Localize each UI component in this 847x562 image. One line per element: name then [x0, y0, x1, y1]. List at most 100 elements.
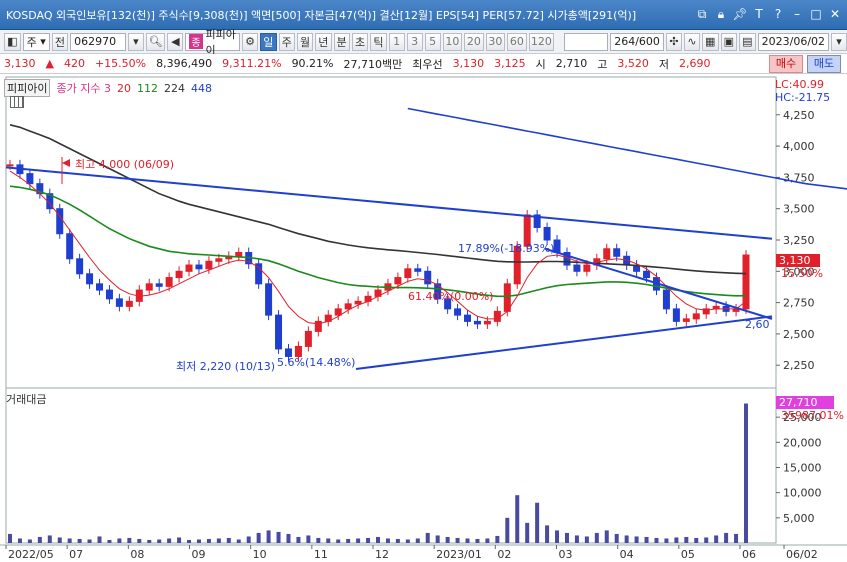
candle-body: [692, 313, 700, 320]
volume-panel-frame: [5, 387, 777, 544]
tab-timeframe-second[interactable]: 초: [351, 32, 369, 51]
candle-body: [56, 208, 64, 235]
volume-bar: [187, 539, 192, 543]
interval-5[interactable]: 5: [424, 32, 441, 51]
maximize-icon[interactable]: □: [808, 5, 824, 23]
candle-body: [185, 264, 193, 272]
calendar-icon[interactable]: ▤: [739, 32, 756, 51]
stock-name-field[interactable]: 종 피피아이: [185, 28, 241, 57]
volume-bar: [47, 535, 52, 543]
volume-bar: [206, 538, 211, 543]
interval-3[interactable]: 3: [406, 32, 423, 51]
volume-bar: [226, 537, 231, 543]
candle-body: [26, 173, 34, 185]
candle-body: [96, 283, 104, 291]
tab-timeframe-day[interactable]: 일: [260, 32, 277, 51]
prev-button[interactable]: 전: [51, 32, 69, 51]
volume-bar: [425, 532, 430, 543]
tab-timeframe-year[interactable]: 년: [315, 32, 332, 51]
x-tick-label: 03: [559, 548, 573, 561]
candle-body: [195, 264, 203, 270]
x-tick-label: 02: [497, 548, 511, 561]
table-icon[interactable]: [10, 96, 24, 108]
sell-button[interactable]: 매도: [807, 55, 841, 73]
search-icon[interactable]: 🔍︎: [145, 32, 166, 51]
count-field[interactable]: 264/600: [610, 32, 664, 51]
period-select[interactable]: 주 ▾: [22, 32, 50, 51]
resistance-trendline: [5, 166, 773, 240]
volume-bar: [117, 538, 122, 543]
lock-icon[interactable]: 🔒︎: [713, 5, 729, 23]
volume-bar: [147, 539, 152, 543]
interval-20[interactable]: 20: [464, 32, 484, 51]
buy-button[interactable]: 매수: [769, 55, 803, 73]
volume-bar: [684, 536, 689, 543]
tab-timeframe-month[interactable]: 월: [296, 32, 314, 51]
tab-timeframe-tick[interactable]: 틱: [370, 32, 387, 51]
sound-icon[interactable]: ◀: [167, 32, 184, 51]
low-label: 저: [658, 57, 669, 71]
interval-30[interactable]: 30: [485, 32, 506, 51]
indicator-icon[interactable]: ∿: [683, 32, 700, 51]
x-tick-label: 08: [130, 548, 144, 561]
close-icon[interactable]: ✕: [827, 5, 843, 23]
candle-body: [175, 270, 183, 279]
price-tick-label: 4,000: [783, 140, 815, 153]
volume-bar: [296, 536, 301, 543]
price-tick-label: 2,500: [783, 328, 815, 341]
candle-body: [543, 226, 551, 241]
date-dropdown-icon[interactable]: ▾: [831, 32, 847, 51]
tab-timeframe-minute[interactable]: 분: [333, 32, 350, 51]
title-bar: KOSDAQ 외국인보유[132(천)] 주식수[9,308(천)] 액면[50…: [0, 0, 847, 30]
volume-bar: [326, 538, 331, 543]
help-icon[interactable]: ?: [770, 5, 786, 23]
text-icon[interactable]: T: [751, 5, 767, 23]
candle-body: [115, 298, 123, 307]
settings-icon[interactable]: ⚙: [242, 32, 259, 51]
blank-select[interactable]: [563, 32, 609, 51]
interval-10[interactable]: 10: [442, 32, 463, 51]
volume-bar: [346, 538, 351, 543]
legend-ma-112: 112: [136, 81, 158, 95]
code-input[interactable]: 062970: [70, 32, 126, 51]
crosshair-icon[interactable]: ✣: [665, 32, 682, 51]
volume-bar: [594, 532, 599, 543]
dropdown-icon[interactable]: ▾: [127, 32, 144, 51]
candle-body: [573, 264, 581, 272]
interval-60[interactable]: 60: [507, 32, 527, 51]
tab-timeframe-week[interactable]: 주: [278, 32, 295, 51]
volume-tick-label: 10,000: [783, 487, 822, 500]
volume-bar: [286, 533, 291, 543]
candle-body: [86, 273, 94, 285]
layout-icon[interactable]: ◧: [4, 32, 21, 51]
candle-body: [165, 277, 173, 287]
chart-legend: 피피아이 종가 지수 3 20 112 224 448: [4, 79, 212, 97]
pin-icon[interactable]: 📌︎: [732, 5, 748, 23]
volume-bar: [654, 537, 659, 543]
restore-icon[interactable]: ⧉: [694, 5, 710, 23]
candle-body: [304, 330, 312, 347]
grid-icon[interactable]: ▦: [701, 32, 719, 51]
interval-120[interactable]: 120: [528, 32, 554, 51]
minimize-icon[interactable]: –: [789, 5, 805, 23]
volume-bar: [376, 536, 380, 543]
best-ask: 3,130: [452, 57, 485, 70]
price-chart[interactable]: 4,2504,0003,7503,5003,2503,0002,7502,500…: [0, 76, 847, 562]
price-tick-label: 3,500: [783, 203, 815, 216]
volume-bar: [137, 538, 142, 543]
annotation-left: 61.40%(0.00%): [408, 290, 493, 303]
candle-body: [294, 345, 302, 357]
volume-bar: [157, 539, 162, 543]
candle-body: [275, 314, 283, 350]
toolbar: ◧ 주 ▾ 전 062970 ▾ 🔍︎ ◀ 종 피피아이 ⚙ 일 주 월 년 분…: [0, 28, 847, 57]
date-field[interactable]: 2023/06/02: [757, 32, 830, 51]
save-icon[interactable]: ▣: [720, 32, 738, 51]
interval-1[interactable]: 1: [388, 32, 405, 51]
candle-body: [473, 320, 481, 325]
lc-value: LC:40.99: [775, 78, 825, 91]
volume-bar: [435, 535, 440, 543]
window-controls: ⧉ 🔒︎ 📌︎ T ? – □ ✕: [694, 5, 843, 23]
volume-bar: [445, 536, 450, 543]
candle-body: [662, 289, 670, 310]
x-tick-label: 07: [69, 548, 83, 561]
